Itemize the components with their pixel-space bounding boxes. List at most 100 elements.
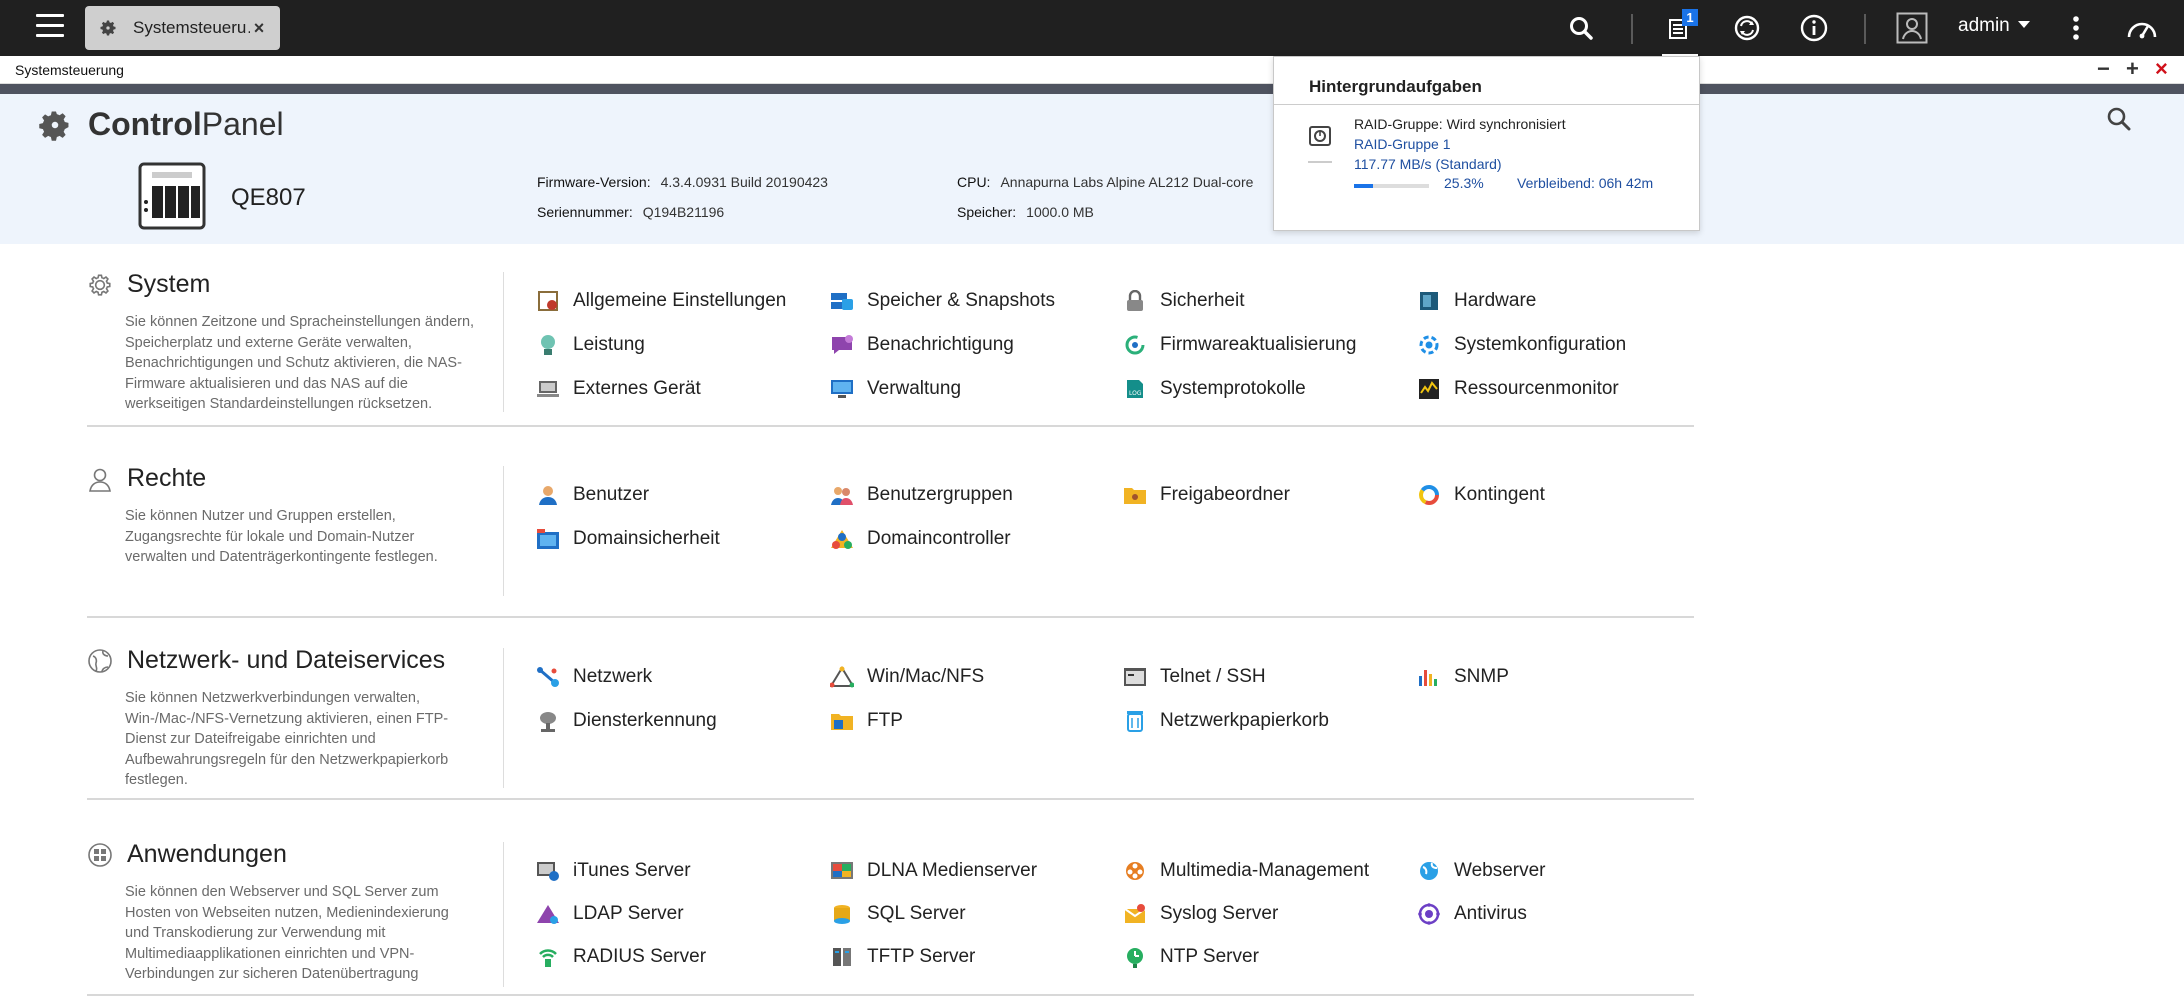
item-kontingent[interactable]: Kontingent [1417, 483, 1545, 507]
item-benachrichtigung[interactable]: Benachrichtigung [830, 333, 1014, 357]
task-speed: 117.77 MB/s (Standard) [1354, 156, 1502, 172]
top-bar: Systemsteueru… × 1 admin [0, 0, 2184, 56]
item-snmp[interactable]: SNMP [1417, 665, 1509, 689]
search-icon[interactable] [2106, 106, 2132, 137]
section-rechte: Rechte Sie können Nutzer und Gruppen ers… [87, 464, 1694, 624]
section-title: Rechte [127, 464, 207, 492]
task-name: RAID-Gruppe: Wird synchronisiert [1354, 116, 1566, 132]
item-speicher-snapshots[interactable]: Speicher & Snapshots [830, 289, 1055, 313]
ftp-icon [830, 709, 854, 733]
window-strip [0, 84, 2184, 94]
chevron-down-icon [2017, 21, 2030, 28]
info-icon[interactable] [1796, 10, 1832, 46]
task-group: RAID-Gruppe 1 [1354, 136, 1451, 152]
item-ntp-server[interactable]: NTP Server [1123, 945, 1259, 969]
item-radius-server[interactable]: RADIUS Server [536, 945, 706, 969]
svg-text:LOG: LOG [1129, 390, 1142, 397]
database-icon [830, 902, 854, 926]
tab-close-button[interactable]: × [250, 18, 268, 39]
item-leistung[interactable]: Leistung [536, 333, 645, 357]
item-ftp[interactable]: FTP [830, 709, 903, 733]
win-mac-nfs-icon [830, 665, 854, 689]
item-benutzergruppen[interactable]: Benutzergruppen [830, 483, 1013, 507]
dashboard-gauge-icon[interactable] [2124, 10, 2160, 46]
quota-icon [1417, 483, 1441, 507]
maximize-button[interactable]: + [2126, 58, 2139, 80]
tab-label: Systemsteueru… [133, 18, 250, 37]
menu-icon[interactable] [36, 14, 64, 38]
hardware-icon [1417, 289, 1441, 313]
tftp-icon [830, 945, 854, 969]
app-tab-systemsteuerung[interactable]: Systemsteueru… × [85, 6, 280, 50]
item-domainsicherheit[interactable]: Domainsicherheit [536, 527, 720, 551]
syslog-icon [1123, 902, 1147, 926]
item-multimedia-management[interactable]: Multimedia-Management [1123, 859, 1369, 883]
control-panel-header: ControlPanel QE807 Firmware-Version: 4.3.… [0, 94, 2184, 244]
item-telnet-ssh[interactable]: Telnet / SSH [1123, 665, 1266, 689]
popup-title: Hintergrundaufgaben [1309, 77, 1482, 96]
item-systemkonfiguration[interactable]: Systemkonfiguration [1417, 333, 1626, 357]
username: admin [1958, 15, 2010, 36]
item-dlna-medienserver[interactable]: DLNA Medienserver [830, 859, 1037, 883]
firmware-info: Firmware-Version: 4.3.4.0931 Build 201904… [537, 174, 828, 190]
memory-info: Speicher: 1000.0 MB [957, 204, 1094, 220]
item-firmwareaktualisierung[interactable]: Firmwareaktualisierung [1123, 333, 1356, 357]
item-sicherheit[interactable]: Sicherheit [1123, 289, 1245, 313]
item-antivirus[interactable]: Antivirus [1417, 902, 1527, 926]
webserver-globe-icon [1417, 859, 1441, 883]
item-diensterkennung[interactable]: Diensterkennung [536, 709, 717, 733]
item-verwaltung[interactable]: Verwaltung [830, 377, 961, 401]
sync-icon[interactable] [1729, 10, 1765, 46]
divider [503, 466, 504, 596]
user-menu[interactable]: admin [1958, 15, 2030, 37]
section-description: Sie können Netzwerkverbindungen verwalte… [125, 690, 449, 788]
search-icon[interactable] [1563, 10, 1599, 46]
apps-icon [88, 842, 112, 867]
item-ldap-server[interactable]: LDAP Server [536, 902, 684, 926]
item-benutzer[interactable]: Benutzer [536, 483, 649, 507]
section-netzwerk: Netzwerk- und Dateiservices Sie können N… [87, 646, 1694, 806]
gear-icon [97, 17, 119, 39]
resource-monitor-icon [1417, 377, 1441, 401]
system-config-icon [1417, 333, 1441, 357]
section-title: Anwendungen [127, 840, 287, 868]
gear-icon [89, 273, 111, 296]
item-systemprotokolle[interactable]: LOG Systemprotokolle [1123, 377, 1306, 401]
section-title: Netzwerk- und Dateiservices [127, 646, 446, 674]
item-itunes-server[interactable]: iTunes Server [536, 859, 691, 883]
item-hardware[interactable]: Hardware [1417, 289, 1536, 313]
shared-folder-icon [1123, 483, 1147, 507]
item-syslog-server[interactable]: Syslog Server [1123, 902, 1278, 926]
ldap-icon [536, 902, 560, 926]
general-settings-icon [536, 289, 560, 313]
item-allgemeine-einstellungen[interactable]: Allgemeine Einstellungen [536, 289, 786, 313]
item-webserver[interactable]: Webserver [1417, 859, 1546, 883]
item-netzwerkpapierkorb[interactable]: Netzwerkpapierkorb [1123, 709, 1329, 733]
divider [503, 648, 504, 788]
background-tasks-icon[interactable]: 1 [1662, 9, 1698, 46]
item-win-mac-nfs[interactable]: Win/Mac/NFS [830, 665, 984, 689]
task-count-badge: 1 [1682, 9, 1698, 26]
item-ressourcenmonitor[interactable]: Ressourcenmonitor [1417, 377, 1619, 401]
divider [87, 425, 1694, 427]
item-domaincontroller[interactable]: Domaincontroller [830, 527, 1011, 551]
user-icon [89, 468, 111, 492]
clock-icon [1123, 945, 1147, 969]
item-tftp-server[interactable]: TFTP Server [830, 945, 975, 969]
close-window-button[interactable]: × [2155, 58, 2168, 80]
item-netzwerk[interactable]: Netzwerk [536, 665, 652, 689]
more-options-icon[interactable] [2058, 10, 2094, 46]
antivirus-icon [1417, 902, 1441, 926]
section-system: System Sie können Zeitzone und Sprachein… [87, 270, 1694, 430]
nas-device-icon [138, 162, 206, 235]
lock-icon [1123, 289, 1147, 313]
divider [1864, 14, 1866, 44]
user-avatar-icon[interactable] [1894, 10, 1930, 46]
divider [503, 842, 504, 987]
domain-controller-icon [830, 527, 854, 551]
minimize-button[interactable]: − [2097, 58, 2110, 80]
item-externes-geraet[interactable]: Externes Gerät [536, 377, 701, 401]
gear-icon [39, 111, 69, 141]
item-freigabeordner[interactable]: Freigabeordner [1123, 483, 1290, 507]
item-sql-server[interactable]: SQL Server [830, 902, 966, 926]
